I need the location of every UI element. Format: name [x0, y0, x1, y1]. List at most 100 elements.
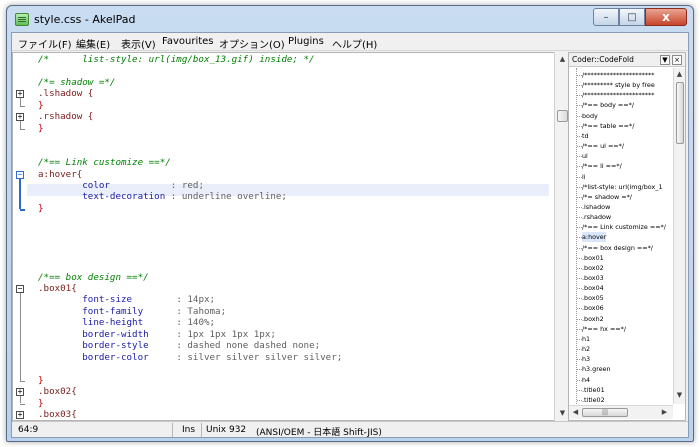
- fold-expand-toggle-icon[interactable]: +: [16, 388, 24, 397]
- codefold-tree-item[interactable]: h1: [582, 334, 590, 344]
- panel-horizontal-scrollbar[interactable]: ◀ ||| ▶: [569, 405, 673, 419]
- status-encoding[interactable]: (ANSI/OEM - 日本語 Shift-JIS): [256, 425, 382, 438]
- codefold-tree-item[interactable]: /*== li ==*/: [582, 161, 622, 171]
- codefold-tree-item[interactable]: .box05: [582, 293, 604, 303]
- fold-expand-toggle-icon[interactable]: +: [16, 90, 24, 99]
- codefold-tree-item[interactable]: .rshadow: [582, 212, 611, 222]
- codefold-panel-title: Coder::CodeFold: [572, 55, 634, 64]
- code-line[interactable]: border-style : dashed none dashed none;: [38, 340, 320, 352]
- codefold-tree-item[interactable]: /********* style by free: [582, 80, 655, 90]
- editor-vertical-scrollbar[interactable]: ▲ ▼: [554, 52, 569, 421]
- codefold-tree-item[interactable]: h3: [582, 354, 590, 364]
- code-line[interactable]: a:hover{: [38, 169, 82, 181]
- codefold-tree-item[interactable]: .box01: [582, 253, 604, 263]
- code-line[interactable]: .lshadow {: [38, 88, 93, 100]
- fold-collapse-toggle-icon[interactable]: −: [16, 285, 24, 293]
- codefold-tree-item[interactable]: h2: [582, 344, 590, 354]
- css-brace: }: [38, 99, 44, 111]
- code-line[interactable]: /*== Link customize ==*/: [38, 157, 171, 169]
- codefold-tree-item[interactable]: a:hover: [582, 232, 607, 243]
- codefold-tree-item[interactable]: /*== hx ==*/: [582, 324, 626, 334]
- codefold-tree-item[interactable]: .box02: [582, 263, 604, 273]
- code-line[interactable]: /*== box design ==*/: [38, 272, 149, 284]
- client-area: ファイル(F) 編集(E) 表示(V) Favourites オプション(O) …: [11, 32, 689, 438]
- title-bar[interactable]: style.css - AkelPad – □ x: [7, 6, 693, 32]
- codefold-tree-item[interactable]: h3.green: [582, 364, 611, 374]
- css-value: : 1px 1px 1px 1px;: [176, 328, 276, 340]
- css-value: : underline overline;: [170, 191, 287, 203]
- codefold-tree[interactable]: /**********************/********* style …: [569, 68, 673, 404]
- panel-scroll-thumb[interactable]: [676, 82, 684, 144]
- maximize-button[interactable]: □: [619, 8, 645, 26]
- code-line[interactable]: font-size : 14px;: [38, 294, 215, 306]
- codefold-tree-item[interactable]: h4: [582, 375, 590, 385]
- code-line[interactable]: }: [38, 100, 44, 112]
- panel-dropdown-icon[interactable]: ▼: [660, 55, 670, 65]
- codefold-tree-item[interactable]: /*== ul ==*/: [582, 141, 624, 151]
- codefold-tree-item[interactable]: .boxh2: [582, 314, 604, 324]
- code-editor[interactable]: + + + + − − /* list-style: url(img/box_13.gif…: [12, 52, 560, 421]
- codefold-tree-item[interactable]: /*== table ==*/: [582, 121, 634, 131]
- menu-help[interactable]: ヘルプ(H): [332, 36, 377, 51]
- code-line[interactable]: color : red;: [38, 180, 204, 192]
- code-line[interactable]: border-width : 1px 1px 1px 1px;: [38, 329, 276, 341]
- panel-scroll-right-icon[interactable]: ▶: [659, 407, 670, 418]
- code-line[interactable]: }: [38, 123, 44, 135]
- akelpad-icon[interactable]: [15, 13, 29, 26]
- codefold-tree-item[interactable]: .box06: [582, 303, 604, 313]
- codefold-tree-item[interactable]: /*== Link customize ==*/: [582, 222, 666, 232]
- code-line[interactable]: border-color : silver silver silver silv…: [38, 352, 342, 364]
- code-line[interactable]: text-decoration : underline overline;: [38, 191, 287, 203]
- code-line[interactable]: /* list-style: url(img/box_13.gif) insid…: [38, 54, 315, 66]
- codefold-tree-item[interactable]: .title01: [582, 385, 605, 395]
- menu-view[interactable]: 表示(V): [121, 36, 156, 51]
- code-line[interactable]: font-family : Tahoma;: [38, 306, 226, 318]
- status-insert-mode[interactable]: Ins: [182, 425, 195, 435]
- fold-expand-toggle-icon[interactable]: +: [16, 410, 24, 419]
- status-newline[interactable]: Unix 932: [206, 425, 246, 435]
- code-line[interactable]: }: [38, 398, 44, 410]
- fold-collapse-toggle-icon[interactable]: −: [16, 170, 24, 179]
- codefold-tree-item[interactable]: .title02: [582, 395, 605, 404]
- codefold-tree-item[interactable]: body: [582, 111, 598, 121]
- codefold-tree-item[interactable]: .lshadow: [582, 202, 610, 212]
- panel-scroll-down-icon[interactable]: ▼: [674, 390, 685, 401]
- codefold-tree-item[interactable]: li: [582, 172, 586, 182]
- codefold-tree-item[interactable]: /**********************: [582, 90, 654, 100]
- menu-edit[interactable]: 編集(E): [76, 36, 110, 51]
- code-line[interactable]: .box02{: [38, 386, 77, 398]
- close-button[interactable]: x: [645, 8, 687, 26]
- codefold-tree-item[interactable]: /*list-style: url(img/box_1: [582, 182, 663, 192]
- codefold-tree-item[interactable]: /*= shadow =*/: [582, 192, 632, 202]
- panel-hscroll-thumb[interactable]: |||: [582, 408, 628, 417]
- panel-scroll-left-icon[interactable]: ◀: [570, 407, 581, 418]
- minimize-button[interactable]: –: [593, 8, 619, 26]
- menu-favourites[interactable]: Favourites: [162, 36, 214, 47]
- codefold-tree-item[interactable]: .box04: [582, 283, 604, 293]
- codefold-tree-item[interactable]: .box03: [582, 273, 604, 283]
- codefold-tree-item[interactable]: /*== body ==*/: [582, 100, 634, 110]
- code-line[interactable]: .rshadow {: [38, 111, 93, 123]
- codefold-tree-item[interactable]: ul: [582, 151, 588, 161]
- code-line[interactable]: .box01{: [38, 283, 77, 295]
- menu-plugins[interactable]: Plugins: [288, 36, 324, 47]
- code-line[interactable]: }: [38, 203, 44, 215]
- code-line[interactable]: .box03{: [38, 409, 77, 420]
- menu-options[interactable]: オプション(O): [219, 36, 285, 51]
- codefold-tree-item[interactable]: /**********************: [582, 70, 654, 80]
- codefold-tree-item[interactable]: td: [582, 131, 589, 141]
- code-line[interactable]: /*= shadow =*/: [38, 77, 115, 89]
- menu-file[interactable]: ファイル(F): [18, 36, 72, 51]
- panel-close-icon[interactable]: ×: [672, 55, 682, 65]
- panel-vertical-scrollbar[interactable]: ▲ ▼: [673, 68, 685, 404]
- scroll-up-icon[interactable]: ▲: [557, 54, 568, 65]
- codefold-panel-header: Coder::CodeFold ▼ ×: [569, 53, 685, 67]
- fold-expand-toggle-icon[interactable]: +: [16, 113, 24, 122]
- codefold-tree-item[interactable]: /*== box design ==*/: [582, 243, 653, 253]
- code-line[interactable]: }: [38, 375, 44, 387]
- panel-scroll-up-icon[interactable]: ▲: [674, 69, 685, 80]
- editor-scroll-thumb[interactable]: [557, 110, 568, 122]
- css-property: color: [82, 179, 110, 191]
- scroll-down-icon[interactable]: ▼: [557, 408, 568, 419]
- code-line[interactable]: line-height : 140%;: [38, 317, 215, 329]
